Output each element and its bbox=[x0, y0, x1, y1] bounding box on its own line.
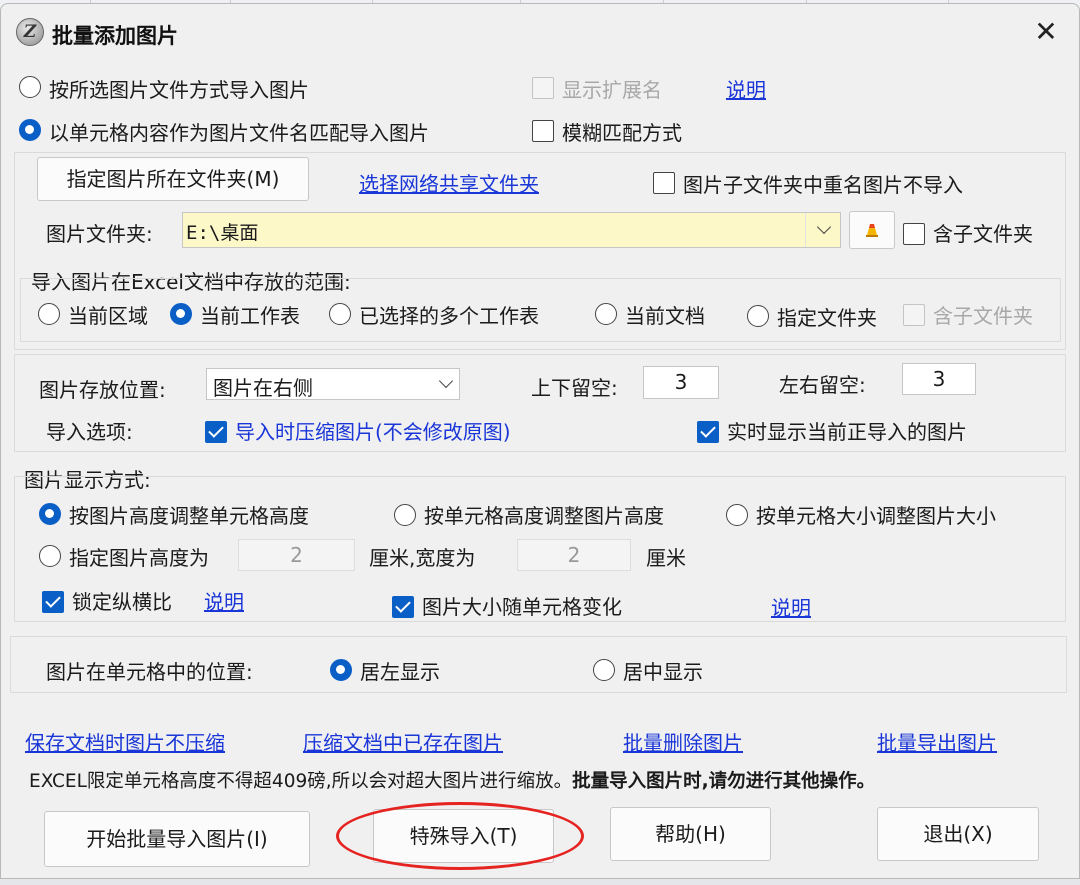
skip-duplicate-names-checkbox[interactable] bbox=[653, 172, 675, 194]
align-center-label: 居中显示 bbox=[623, 660, 703, 684]
lock-ratio-help-link[interactable]: 说明 bbox=[204, 586, 244, 615]
scope-current-region-label: 当前区域 bbox=[68, 304, 148, 328]
image-folder-value: E:\桌面 bbox=[186, 222, 259, 244]
radio-scope-current-region[interactable] bbox=[38, 303, 60, 325]
no-compress-on-save-link[interactable]: 保存文档时图片不压缩 bbox=[25, 727, 225, 756]
radio-import-by-cell-content[interactable] bbox=[19, 119, 41, 141]
radio-align-center[interactable] bbox=[593, 659, 615, 681]
radio-display-adjust-cell-height[interactable] bbox=[39, 503, 61, 525]
import-options-label: 导入选项: bbox=[46, 420, 133, 444]
display-specify-height-label: 指定图片高度为 bbox=[69, 546, 209, 570]
resize-help-link[interactable]: 说明 bbox=[771, 592, 811, 621]
chevron-down-icon[interactable] bbox=[438, 373, 454, 389]
start-import-button[interactable]: 开始批量导入图片(I) bbox=[44, 811, 310, 867]
close-icon[interactable]: ✕ bbox=[1023, 10, 1069, 56]
scope-specified-folder-label: 指定文件夹 bbox=[777, 306, 877, 330]
combobox-divider bbox=[805, 213, 806, 247]
radio-scope-selected-sheets[interactable] bbox=[329, 303, 351, 325]
batch-delete-link[interactable]: 批量删除图片 bbox=[623, 727, 743, 756]
exit-button[interactable]: 退出(X) bbox=[877, 807, 1039, 861]
compress-existing-link[interactable]: 压缩文档中已存在图片 bbox=[303, 727, 503, 756]
align-left-label: 居左显示 bbox=[360, 660, 440, 684]
scope-include-subfolders-label: 含子文件夹 bbox=[933, 304, 1033, 328]
lock-ratio-label: 锁定纵横比 bbox=[72, 590, 172, 614]
radio-align-left[interactable] bbox=[330, 659, 352, 681]
help-button[interactable]: 帮助(H) bbox=[610, 807, 771, 861]
batch-export-link[interactable]: 批量导出图片 bbox=[877, 727, 997, 756]
bottom-strip bbox=[0, 879, 1080, 885]
chevron-down-icon[interactable] bbox=[816, 219, 832, 235]
import-selected-files-label: 按所选图片文件方式导入图片 bbox=[49, 78, 309, 102]
lock-ratio-checkbox[interactable] bbox=[42, 591, 64, 613]
image-folder-combobox[interactable]: E:\桌面 bbox=[182, 212, 841, 248]
fuzzy-match-checkbox[interactable] bbox=[532, 120, 554, 142]
notice-bold: 批量导入图片时,请勿进行其他操作。 bbox=[572, 771, 876, 792]
image-width-input[interactable]: 2 bbox=[517, 539, 631, 571]
include-subfolders-label: 含子文件夹 bbox=[933, 222, 1033, 246]
cm-label: 厘米 bbox=[646, 546, 686, 570]
include-subfolders-checkbox[interactable] bbox=[903, 223, 925, 245]
radio-import-selected-files[interactable] bbox=[19, 76, 41, 98]
vertical-margin-input[interactable]: 3 bbox=[643, 366, 719, 399]
cell-position-label: 图片在单元格中的位置: bbox=[46, 660, 253, 684]
eraser-icon bbox=[866, 224, 878, 237]
title-bar: Z 批量添加图片 ✕ bbox=[1, 4, 1079, 60]
horizontal-margin-input[interactable]: 3 bbox=[902, 363, 976, 395]
horizontal-margin-label: 左右留空: bbox=[779, 373, 866, 397]
display-adjust-cell-height-label: 按图片高度调整单元格高度 bbox=[69, 504, 309, 528]
clear-folder-button[interactable] bbox=[849, 211, 895, 249]
radio-display-adjust-image-height[interactable] bbox=[394, 504, 416, 526]
batch-add-images-dialog: Z 批量添加图片 ✕ 按所选图片文件方式导入图片 显示扩展名 说明 以单元格内容… bbox=[0, 3, 1080, 879]
image-height-input[interactable]: 2 bbox=[238, 539, 355, 571]
dialog-title: 批量添加图片 bbox=[52, 24, 178, 48]
scope-current-sheet-label: 当前工作表 bbox=[200, 304, 300, 328]
notice-normal: EXCEL限定单元格高度不得超409磅,所以会对超大图片进行缩放。 bbox=[29, 771, 573, 792]
show-extension-checkbox[interactable] bbox=[532, 77, 554, 99]
fuzzy-match-label: 模糊匹配方式 bbox=[562, 121, 682, 145]
display-fit-cell-size-label: 按单元格大小调整图片大小 bbox=[756, 504, 996, 528]
scope-selected-sheets-label: 已选择的多个工作表 bbox=[359, 304, 539, 328]
image-folder-label: 图片文件夹: bbox=[46, 222, 153, 246]
resize-with-cell-label: 图片大小随单元格变化 bbox=[422, 595, 622, 619]
resize-with-cell-checkbox[interactable] bbox=[392, 596, 414, 618]
scope-current-document-label: 当前文档 bbox=[625, 304, 705, 328]
show-realtime-label: 实时显示当前正导入的图片 bbox=[727, 420, 967, 444]
specify-folder-button[interactable]: 指定图片所在文件夹(M) bbox=[37, 157, 309, 201]
position-label: 图片存放位置: bbox=[39, 378, 166, 402]
cm-width-label: 厘米,宽度为 bbox=[369, 546, 476, 570]
radio-display-specify-height[interactable] bbox=[39, 545, 61, 567]
show-extension-help-link[interactable]: 说明 bbox=[726, 74, 766, 103]
show-realtime-checkbox[interactable] bbox=[697, 421, 719, 443]
app-logo-icon: Z bbox=[16, 18, 44, 46]
position-value: 图片在右侧 bbox=[213, 376, 313, 400]
compress-on-import-checkbox[interactable] bbox=[205, 421, 227, 443]
radio-scope-current-sheet[interactable] bbox=[170, 303, 192, 325]
display-adjust-image-height-label: 按单元格高度调整图片高度 bbox=[424, 504, 664, 528]
position-dropdown[interactable]: 图片在右侧 bbox=[206, 368, 460, 400]
compress-on-import-label: 导入时压缩图片(不会修改原图) bbox=[235, 420, 511, 444]
import-by-cell-content-label: 以单元格内容作为图片文件名匹配导入图片 bbox=[49, 121, 429, 145]
scope-include-subfolders-checkbox[interactable] bbox=[903, 304, 925, 326]
show-extension-label: 显示扩展名 bbox=[562, 78, 662, 102]
vertical-margin-label: 上下留空: bbox=[531, 376, 618, 400]
skip-duplicate-names-label: 图片子文件夹中重名图片不导入 bbox=[683, 173, 963, 197]
radio-scope-specified-folder[interactable] bbox=[747, 305, 769, 327]
network-share-folder-link[interactable]: 选择网络共享文件夹 bbox=[359, 168, 539, 197]
special-import-button[interactable]: 特殊导入(T) bbox=[373, 809, 554, 863]
radio-scope-current-document[interactable] bbox=[595, 303, 617, 325]
notice-text: EXCEL限定单元格高度不得超409磅,所以会对超大图片进行缩放。批量导入图片时… bbox=[29, 767, 875, 793]
radio-display-fit-cell-size[interactable] bbox=[726, 504, 748, 526]
